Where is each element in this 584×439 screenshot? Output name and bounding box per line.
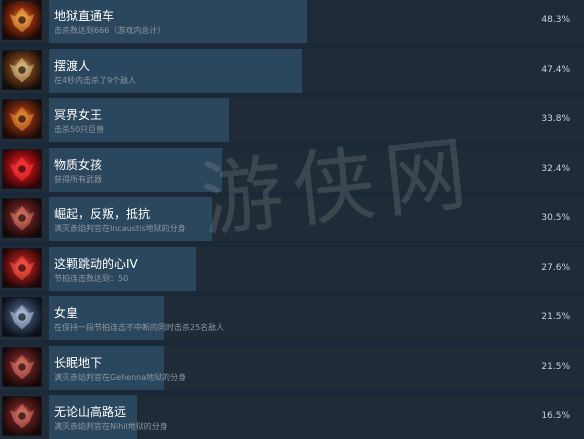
achievement-icon-frame xyxy=(2,148,42,189)
judge-icon xyxy=(3,199,41,237)
achievement-description: 在4秒内击杀了9个敌人 xyxy=(54,75,137,85)
progress-track xyxy=(49,147,584,192)
unlock-percent: 21.5% xyxy=(541,361,570,372)
achievement-icon-frame xyxy=(2,49,42,90)
judge-icon xyxy=(3,347,41,386)
unlock-percent: 21.5% xyxy=(541,312,570,322)
achievement-row[interactable]: 地狱直通车击杀数达到666（游戏内总计） 48.3% xyxy=(0,0,584,43)
achievement-title: 地狱直通车 xyxy=(54,9,115,23)
achievement-icon-frame xyxy=(2,0,42,40)
progress-track xyxy=(49,48,584,93)
achievement-description: 击杀数达到666（游戏内总计） xyxy=(54,26,166,35)
judge-icon xyxy=(3,397,41,435)
progress-track xyxy=(49,395,584,439)
achievement-title: 无论山高路远 xyxy=(54,405,127,419)
achievement-icon-frame xyxy=(2,247,42,288)
achievement-icon-frame xyxy=(2,99,42,139)
weapon-icon xyxy=(3,149,41,188)
achievement-row[interactable]: 崛起，反叛，抵抗满灭赤焰判官在Incaustis地狱的分身 30.5% xyxy=(0,197,584,241)
progress-track xyxy=(49,345,584,390)
progress-track xyxy=(49,296,584,340)
fire-portal-icon xyxy=(3,1,41,39)
achievement-row[interactable]: 无论山高路远满灭赤焰判官在Nihil地狱的分身 16.5% xyxy=(0,395,584,439)
achievement-description: 在保持一段节拍连击不中断的同时击杀25名敌人 xyxy=(54,323,225,332)
achievement-description: 满灭赤焰判官在Nihil地狱的分身 xyxy=(54,422,168,431)
achievement-icon-frame xyxy=(2,346,42,387)
achievement-description: 满灭赤焰判官在Incaustis地狱的分身 xyxy=(54,224,186,233)
unlock-percent: 47.4% xyxy=(541,64,570,75)
achievement-title: 女皇 xyxy=(54,306,79,320)
demon-queen-icon xyxy=(3,100,41,138)
heart-icon xyxy=(3,248,41,287)
achievement-icon-frame xyxy=(2,198,42,238)
unlock-percent: 30.5% xyxy=(541,213,570,223)
achievement-row[interactable]: 长眠地下满灭赤焰判官在Gehenna地狱的分身 21.5% xyxy=(0,345,584,390)
achievement-title: 摆渡人 xyxy=(54,58,91,73)
unlock-percent: 33.8% xyxy=(541,114,570,124)
achievement-row[interactable]: 摆渡人在4秒内击杀了9个敌人 47.4% xyxy=(0,48,584,93)
achievement-icon-frame xyxy=(2,396,42,436)
empress-icon xyxy=(3,298,41,336)
unlock-percent: 27.6% xyxy=(541,262,570,273)
achievement-row[interactable]: 这颗跳动的心IV 节拍连击数达到：50 27.6% xyxy=(0,246,584,291)
achievement-title: 崛起，反叛，抵抗 xyxy=(54,207,151,221)
achievement-description: 节拍连击数达到：50 xyxy=(54,273,129,283)
achievement-row[interactable]: 冥界女王击杀50只巨兽 33.8% xyxy=(0,98,584,142)
achievement-title: 长眠地下 xyxy=(54,355,103,370)
achievement-title: 这颗跳动的心IV xyxy=(54,256,138,271)
unlock-percent: 32.4% xyxy=(541,163,570,174)
unlock-percent: 48.3% xyxy=(541,15,570,25)
skull-icon xyxy=(3,50,41,89)
achievement-icon-frame xyxy=(2,297,42,337)
progress-track xyxy=(49,98,584,142)
achievement-title: 物质女孩 xyxy=(54,157,103,172)
achievement-title: 冥界女王 xyxy=(54,108,103,122)
achievement-description: 满灭赤焰判官在Gehenna地狱的分身 xyxy=(54,372,187,382)
progress-track xyxy=(49,0,584,43)
achievement-row[interactable]: 物质女孩获得所有武器 32.4% xyxy=(0,147,584,192)
achievement-description: 获得所有武器 xyxy=(54,174,102,184)
achievement-row[interactable]: 女皇在保持一段节拍连击不中断的同时击杀25名敌人 21.5% xyxy=(0,296,584,340)
unlock-percent: 16.5% xyxy=(541,411,570,421)
achievement-description: 击杀50只巨兽 xyxy=(54,125,105,134)
